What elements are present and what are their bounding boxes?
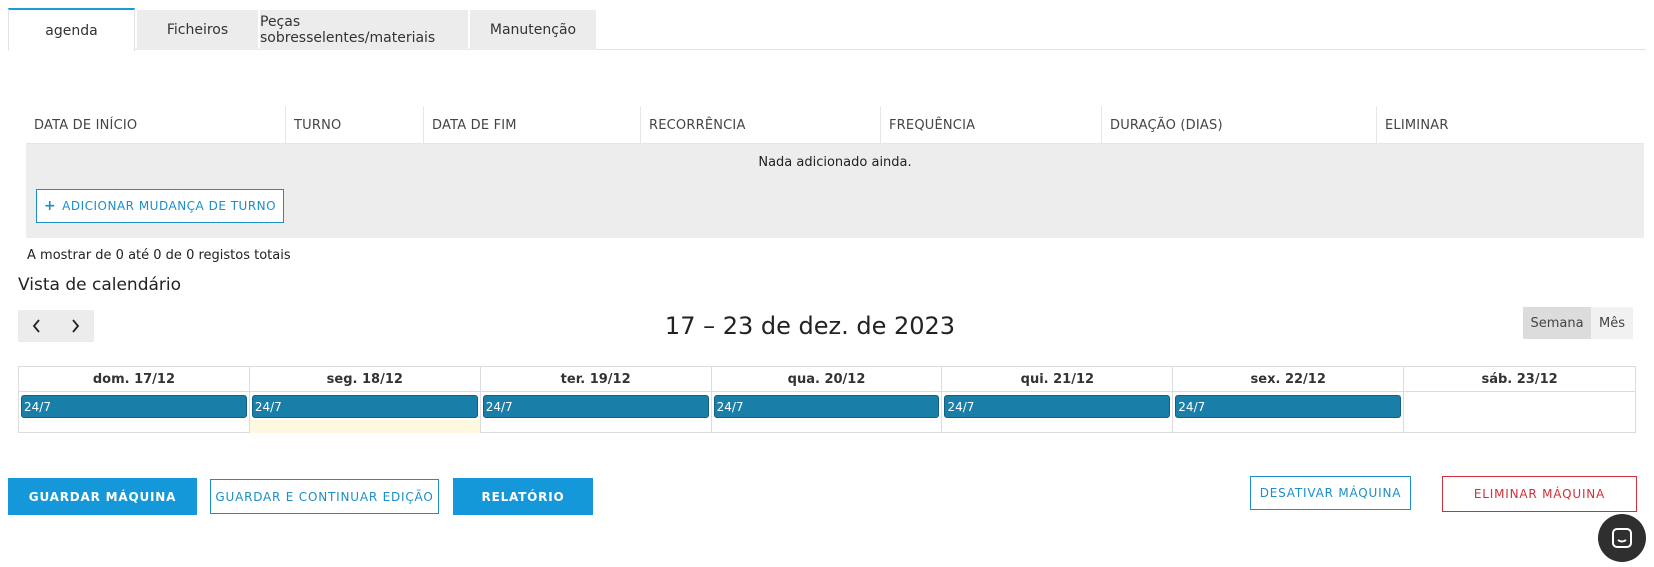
table-header: DATA DE INÍCIO TURNO DATA DE FIM RECORRÊ…: [26, 106, 1644, 144]
column-delete: ELIMINAR: [1385, 117, 1449, 133]
chevron-right-icon: [72, 319, 80, 333]
calendar-event[interactable]: 24/7: [482, 395, 709, 418]
report-button[interactable]: RELATÓRIO: [453, 478, 593, 515]
prev-week-button[interactable]: [18, 310, 56, 342]
add-shift-change-label: ADICIONAR MUDANÇA DE TURNO: [62, 199, 277, 213]
column-start-date[interactable]: DATA DE INÍCIO: [26, 106, 286, 144]
calendar-event[interactable]: 24/7: [944, 395, 1171, 418]
plus-icon: +: [43, 198, 57, 214]
calendar-grid: dom. 17/12 seg. 18/12 ter. 19/12 qua. 20…: [18, 366, 1636, 433]
calendar-event[interactable]: 24/7: [713, 395, 940, 418]
column-recurrence[interactable]: RECORRÊNCIA: [641, 106, 881, 144]
empty-message: Nada adicionado ainda.: [758, 154, 912, 170]
day-cell[interactable]: 24/7: [19, 392, 250, 433]
add-shift-change-button[interactable]: + ADICIONAR MUDANÇA DE TURNO: [36, 189, 284, 223]
day-header: qua. 20/12: [712, 367, 943, 392]
next-week-button[interactable]: [56, 310, 94, 342]
day-header: sáb. 23/12: [1481, 372, 1558, 387]
day-cell[interactable]: [1404, 392, 1635, 433]
tab-spare-parts[interactable]: Peças sobresselentes/materiais: [260, 10, 468, 50]
view-month-button[interactable]: Mês: [1591, 307, 1633, 339]
calendar-event[interactable]: 24/7: [251, 395, 478, 418]
column-frequency[interactable]: FREQUÊNCIA: [881, 106, 1102, 144]
tab-bar: agenda Ficheiros Peças sobresselentes/ma…: [8, 8, 1646, 51]
calendar-event[interactable]: 24/7: [1175, 395, 1402, 418]
day-cell[interactable]: 24/7: [942, 392, 1174, 433]
disable-machine-button[interactable]: DESATIVAR MÁQUINA: [1250, 476, 1411, 510]
day-header: qui. 21/12: [942, 367, 1174, 392]
calendar-header-row: dom. 17/12 seg. 18/12 ter. 19/12 qua. 20…: [19, 367, 1635, 392]
day-cell[interactable]: 24/7: [712, 392, 943, 433]
calendar-date-range: 17 – 23 de dez. de 2023: [664, 312, 956, 340]
day-header: dom. 17/12: [19, 367, 250, 392]
calendar-view-switch: Semana Mês: [1523, 307, 1633, 339]
calendar-body-row: 24/7 24/7 24/7 24/7 24/7 24/7: [19, 392, 1635, 433]
day-cell[interactable]: 24/7: [1173, 392, 1405, 433]
shift-table: DATA DE INÍCIO TURNO DATA DE FIM RECORRÊ…: [26, 106, 1644, 238]
column-shift[interactable]: TURNO: [286, 106, 424, 144]
view-week-button[interactable]: Semana: [1523, 307, 1591, 339]
chat-button[interactable]: [1598, 514, 1646, 562]
day-cell[interactable]: 24/7: [481, 392, 712, 433]
table-body: Nada adicionado ainda. + ADICIONAR MUDAN…: [26, 144, 1644, 238]
column-duration[interactable]: DURAÇÃO (DIAS): [1102, 106, 1377, 144]
chevron-left-icon: [32, 319, 40, 333]
chat-icon: [1612, 528, 1632, 548]
records-count: A mostrar de 0 até 0 de 0 registos totai…: [27, 248, 291, 263]
column-end-date[interactable]: DATA DE FIM: [424, 106, 641, 144]
calendar-title: Vista de calendário: [18, 275, 182, 295]
tab-files[interactable]: Ficheiros: [137, 10, 258, 50]
save-continue-button[interactable]: GUARDAR E CONTINUAR EDIÇÃO: [210, 479, 439, 514]
day-header: ter. 19/12: [481, 367, 712, 392]
calendar-nav: [18, 310, 94, 342]
day-cell-today[interactable]: 24/7: [249, 392, 481, 433]
tab-agenda[interactable]: agenda: [8, 8, 135, 51]
day-header: sex. 22/12: [1173, 367, 1405, 392]
tab-maintenance[interactable]: Manutenção: [470, 10, 596, 50]
day-header: seg. 18/12: [250, 367, 481, 392]
delete-machine-button[interactable]: ELIMINAR MÁQUINA: [1442, 476, 1637, 512]
save-machine-button[interactable]: GUARDAR MÁQUINA: [8, 478, 197, 515]
calendar-event[interactable]: 24/7: [21, 395, 247, 418]
